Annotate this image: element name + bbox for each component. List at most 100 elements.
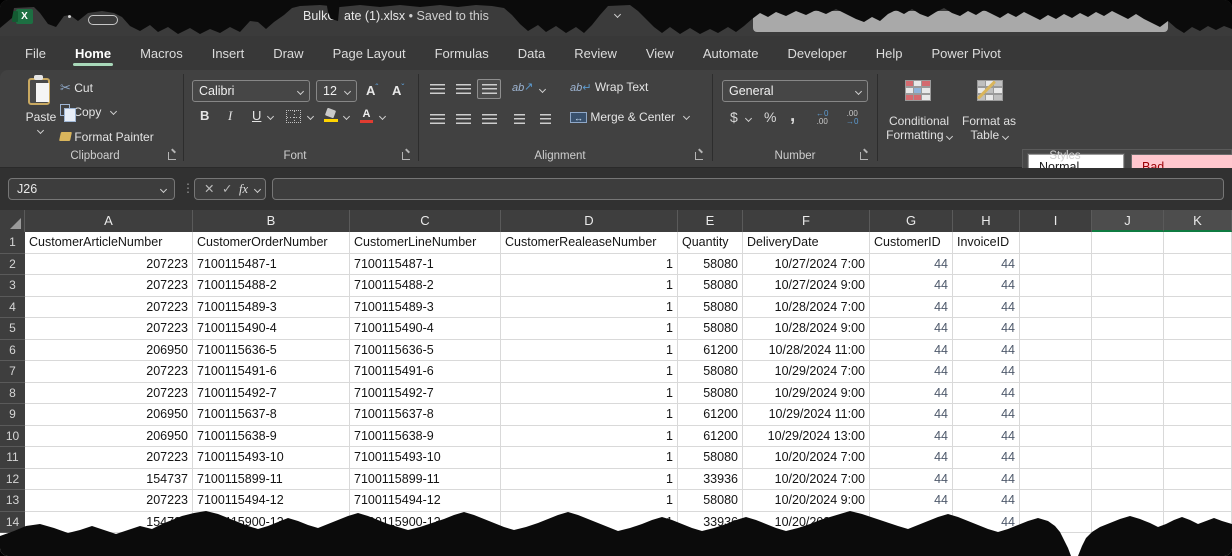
fx-chevron-icon[interactable] (254, 186, 261, 193)
cell-E7[interactable]: 58080 (678, 361, 743, 383)
paste-icon[interactable] (28, 78, 50, 105)
cell-E1[interactable]: Quantity (678, 232, 743, 254)
cell-C1[interactable]: CustomerLineNumber (350, 232, 501, 254)
cell-J9[interactable] (1092, 404, 1164, 426)
fill-color-chevron-icon[interactable] (343, 113, 350, 120)
cell-G6[interactable]: 44 (870, 340, 953, 362)
cell-I1[interactable] (1020, 232, 1092, 254)
cell-E13[interactable]: 58080 (678, 490, 743, 512)
cell-J6[interactable] (1092, 340, 1164, 362)
increase-indent-icon[interactable] (540, 114, 551, 124)
cell-B1[interactable]: CustomerOrderNumber (193, 232, 350, 254)
cell-C9[interactable]: 7100115637-8 (350, 404, 501, 426)
row-header-14[interactable]: 14 (0, 512, 25, 534)
percent-style-icon[interactable]: % (764, 109, 776, 125)
clipboard-dialog-launcher[interactable] (168, 152, 176, 160)
cell-H4[interactable]: 44 (953, 297, 1020, 319)
tab-insert[interactable]: Insert (210, 40, 247, 67)
cell-I9[interactable] (1020, 404, 1092, 426)
cell-K13[interactable] (1164, 490, 1232, 512)
shrink-font-button[interactable]: Aˇ (392, 83, 404, 98)
cell-A3[interactable]: 207223 (25, 275, 193, 297)
cell-H3[interactable]: 44 (953, 275, 1020, 297)
cell-K8[interactable] (1164, 383, 1232, 405)
cell-F14[interactable]: 10/20/2024 9:00 (743, 512, 870, 534)
cell-G14[interactable]: 44 (870, 512, 953, 534)
column-header-E[interactable]: E (678, 210, 743, 232)
cell-K14[interactable] (1164, 512, 1232, 534)
cell-E5[interactable]: 58080 (678, 318, 743, 340)
cell-F5[interactable]: 10/28/2024 9:00 (743, 318, 870, 340)
cell-H13[interactable]: 44 (953, 490, 1020, 512)
cell-E12[interactable]: 33936 (678, 469, 743, 491)
tab-macros[interactable]: Macros (138, 40, 185, 67)
copy-chevron-icon[interactable] (110, 108, 117, 115)
row-header-13[interactable]: 13 (0, 490, 25, 512)
conditional-formatting-button[interactable]: ConditionalFormatting (880, 114, 958, 142)
column-header-J[interactable]: J (1092, 210, 1164, 232)
cell-A5[interactable]: 207223 (25, 318, 193, 340)
accounting-format-icon[interactable]: $ (730, 109, 738, 125)
cell-D8[interactable]: 1 (501, 383, 678, 405)
wrap-text-button[interactable]: ab↵ Wrap Text (570, 80, 648, 94)
column-header-I[interactable]: I (1020, 210, 1092, 232)
tab-formulas[interactable]: Formulas (433, 40, 491, 67)
cell-H5[interactable]: 44 (953, 318, 1020, 340)
format-as-table-icon[interactable] (977, 80, 1003, 104)
row-header-10[interactable]: 10 (0, 426, 25, 448)
cell-D14[interactable]: 1 (501, 512, 678, 534)
cell-K5[interactable] (1164, 318, 1232, 340)
cell-C7[interactable]: 7100115491-6 (350, 361, 501, 383)
row-header-8[interactable]: 8 (0, 383, 25, 405)
cell-G4[interactable]: 44 (870, 297, 953, 319)
cell-B10[interactable]: 7100115638-9 (193, 426, 350, 448)
cell-I13[interactable] (1020, 490, 1092, 512)
tab-file[interactable]: File (23, 40, 48, 67)
cell-G12[interactable]: 44 (870, 469, 953, 491)
row-header-12[interactable]: 12 (0, 469, 25, 491)
cell-J4[interactable] (1092, 297, 1164, 319)
cell-I8[interactable] (1020, 383, 1092, 405)
cell-C4[interactable]: 7100115489-3 (350, 297, 501, 319)
column-header-D[interactable]: D (501, 210, 678, 232)
cell-F6[interactable]: 10/28/2024 11:00 (743, 340, 870, 362)
cell-A11[interactable]: 207223 (25, 447, 193, 469)
cell-B2[interactable]: 7100115487-1 (193, 254, 350, 276)
row-header-9[interactable]: 9 (0, 404, 25, 426)
cell-G8[interactable]: 44 (870, 383, 953, 405)
cell-D5[interactable]: 1 (501, 318, 678, 340)
enter-icon[interactable]: ✓ (222, 179, 232, 199)
cell-D3[interactable]: 1 (501, 275, 678, 297)
format-painter-button[interactable]: Format Painter (60, 130, 154, 144)
orientation-chevron-icon[interactable] (539, 86, 546, 93)
column-header-A[interactable]: A (25, 210, 193, 232)
font-color-icon[interactable]: A (360, 108, 373, 122)
cell-G13[interactable]: 44 (870, 490, 953, 512)
cell-D1[interactable]: CustomerRealeaseNumber (501, 232, 678, 254)
cell-F12[interactable]: 10/20/2024 7:00 (743, 469, 870, 491)
font-dialog-launcher[interactable] (402, 152, 410, 160)
cell-J2[interactable] (1092, 254, 1164, 276)
cell-K4[interactable] (1164, 297, 1232, 319)
cell-F4[interactable]: 10/28/2024 7:00 (743, 297, 870, 319)
column-header-B[interactable]: B (193, 210, 350, 232)
conditional-formatting-icon[interactable] (905, 80, 931, 104)
cell-G3[interactable]: 44 (870, 275, 953, 297)
align-left-icon[interactable] (430, 114, 445, 124)
cell-C14[interactable]: 7100115900-13 (350, 512, 501, 534)
cut-button[interactable]: ✂ Cut (60, 80, 93, 96)
cell-G2[interactable]: 44 (870, 254, 953, 276)
excel-logo-icon[interactable]: X (16, 9, 33, 24)
column-header-K[interactable]: K (1164, 210, 1232, 232)
cell-C6[interactable]: 7100115636-5 (350, 340, 501, 362)
align-right-icon[interactable] (482, 114, 497, 124)
number-dialog-launcher[interactable] (860, 152, 868, 160)
cell-B9[interactable]: 7100115637-8 (193, 404, 350, 426)
cell-K12[interactable] (1164, 469, 1232, 491)
cell-G11[interactable]: 44 (870, 447, 953, 469)
tab-data[interactable]: Data (516, 40, 547, 67)
borders-chevron-icon[interactable] (307, 113, 314, 120)
cell-J14[interactable] (1092, 512, 1164, 534)
cell-F2[interactable]: 10/27/2024 7:00 (743, 254, 870, 276)
cell-C13[interactable]: 7100115494-12 (350, 490, 501, 512)
